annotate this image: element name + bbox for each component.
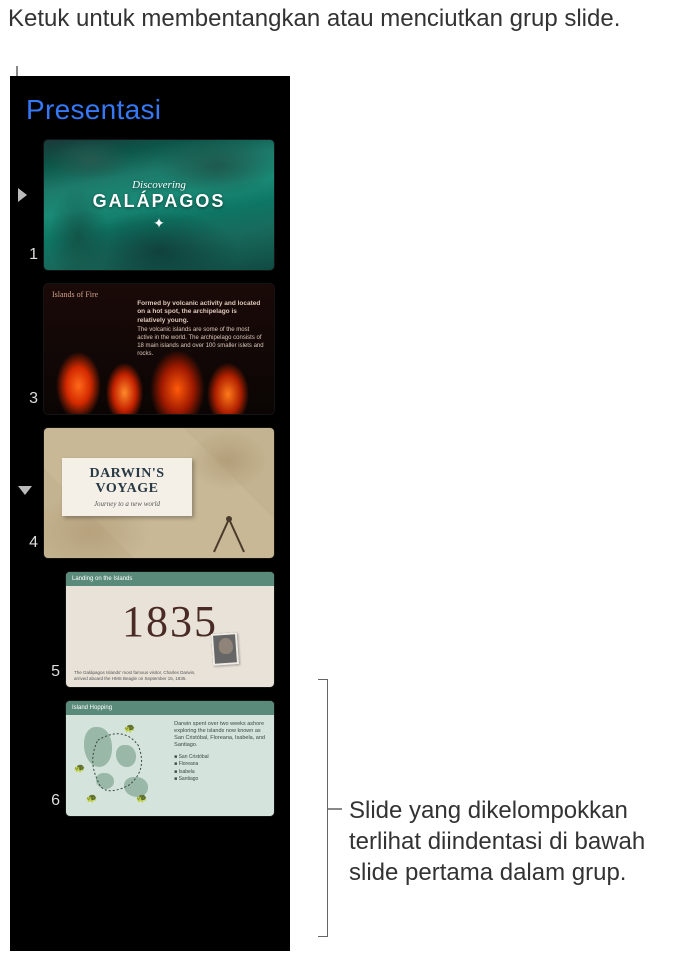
slide-thumbnail-1[interactable]: Discovering GALÁPAGOS ✦ [44,140,274,270]
slide-list: 1 Discovering GALÁPAGOS ✦ 3 Islands of F… [10,140,290,816]
slide5-year: 1835 [122,596,218,647]
callout-line-right [328,808,342,810]
slide-navigator-panel: Presentasi 1 Discovering GALÁPAGOS ✦ 3 I… [10,76,290,951]
slide-item-5[interactable]: 5 Landing on the Islands 1835 The Galápa… [66,572,274,687]
disclosure-triangle-expanded[interactable] [18,486,32,495]
slide-number: 4 [22,534,38,552]
slide-item-3[interactable]: 3 Islands of Fire Formed by volcanic act… [44,284,274,414]
slide-thumbnail-5[interactable]: Landing on the Islands 1835 The Galápago… [66,572,274,687]
slide4-card: DARWIN'S VOYAGE Journey to a new world [62,458,192,516]
panel-title[interactable]: Presentasi [10,76,290,140]
slide-number: 1 [22,246,38,264]
slide-thumbnail-3[interactable]: Islands of Fire Formed by volcanic activ… [44,284,274,414]
slide-thumbnail-4[interactable]: DARWIN'S VOYAGE Journey to a new world [44,428,274,558]
slide3-header: Islands of Fire [52,290,98,299]
slide-item-4[interactable]: 4 DARWIN'S VOYAGE Journey to a new world [44,428,274,558]
slide1-title: GALÁPAGOS [93,191,226,212]
compass-icon: ✦ [153,215,165,232]
slide6-text: Darwin spent over two weeks ashore explo… [174,721,268,784]
bracket-grouped-slides [318,679,328,937]
slide-item-1[interactable]: 1 Discovering GALÁPAGOS ✦ [44,140,274,270]
slide-thumbnail-6[interactable]: Island Hopping 🐢 🐢 🐢 🐢 Darwin spent over [66,701,274,816]
slide6-header: Island Hopping [66,701,274,715]
slide5-header: Landing on the Islands [66,572,274,586]
slide5-caption: The Galápagos Islands' most famous visit… [74,670,199,681]
annotation-right: Slide yang dikelompokkan terlihat diinde… [349,795,694,889]
compass-tool-icon [204,514,254,554]
disclosure-triangle-collapsed[interactable] [18,188,27,202]
slide1-subtitle: Discovering [132,179,186,191]
annotation-top: Ketuk untuk membentangkan atau menciutka… [8,4,620,34]
slide-item-6[interactable]: 6 Island Hopping 🐢 🐢 🐢 🐢 [66,701,274,816]
slide6-map: 🐢 🐢 🐢 🐢 [66,715,170,816]
darwin-photo [211,632,239,666]
slide-number: 6 [44,792,60,810]
slide3-text: Formed by volcanic activity and located … [137,300,266,359]
slide-number: 3 [22,390,38,408]
slide-number: 5 [44,663,60,681]
